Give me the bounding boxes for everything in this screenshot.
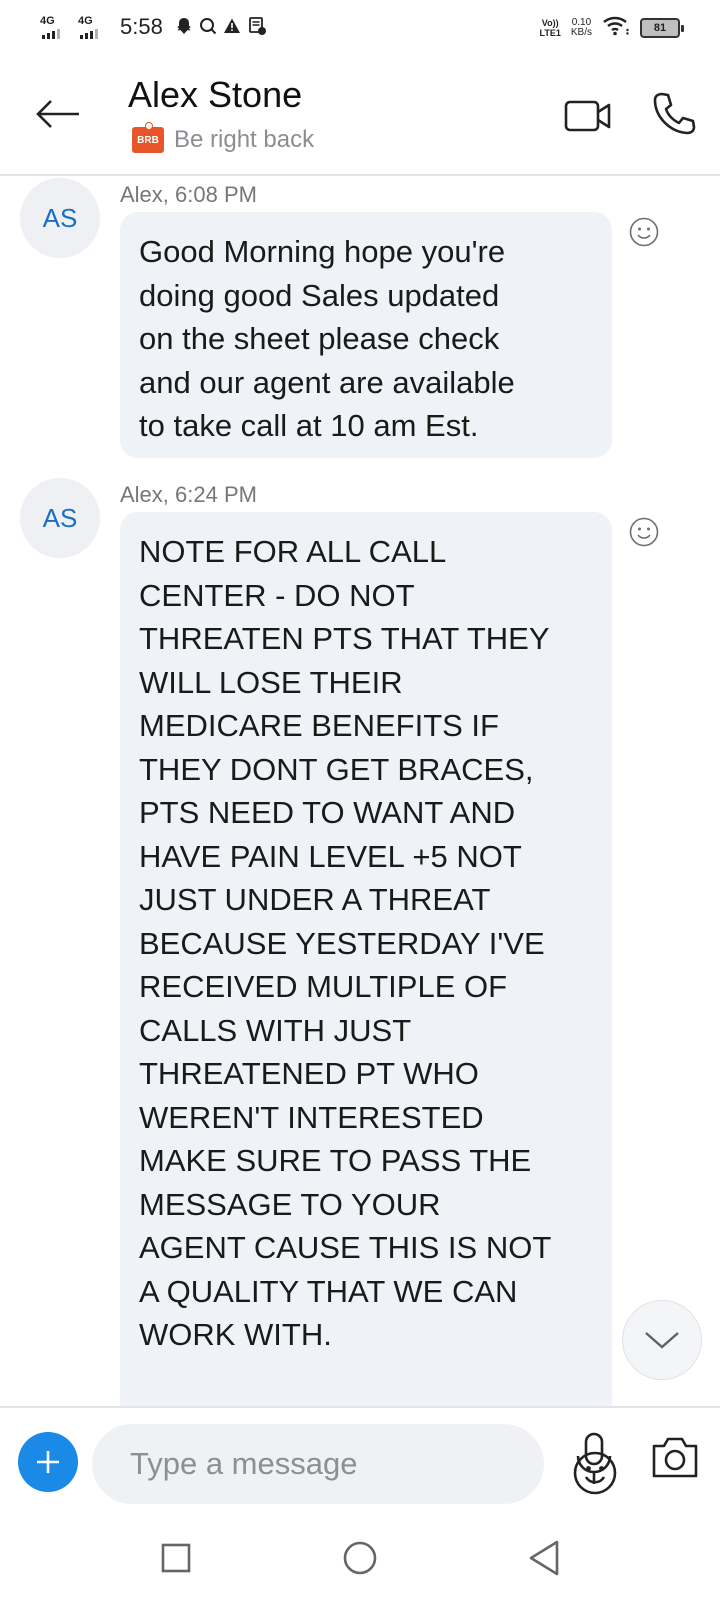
avatar[interactable]: AS [20, 178, 100, 258]
avatar[interactable]: AS [20, 478, 100, 558]
message-bubble[interactable]: NOTE FOR ALL CALL CENTER - DO NOT THREAT… [120, 512, 612, 1406]
storage-icon [247, 16, 267, 39]
status-bar: 4G 4G 5:58 Vo)) LTE1 0.10 KB/s 81 [0, 0, 720, 56]
message-bubble[interactable]: Good Morning hope you're doing good Sale… [120, 212, 612, 458]
warning-icon [223, 17, 241, 38]
message-composer [0, 1406, 720, 1516]
message-meta: Alex, 6:24 PM [120, 482, 257, 507]
microphone-icon [576, 1432, 612, 1484]
video-call-button[interactable] [564, 92, 616, 140]
camera-icon [652, 1437, 698, 1478]
message-input[interactable] [130, 1444, 450, 1484]
contact-name[interactable]: Alex Stone [128, 74, 302, 116]
data-speed-unit: KB/s [570, 26, 592, 38]
message-input-container [92, 1424, 617, 1504]
conversation[interactable]: AS Alex, 6:08 PM Good Morning hope you'r… [0, 178, 720, 1406]
search-notification-icon [199, 17, 217, 38]
data-speed: 0.10 KB/s [570, 16, 592, 38]
signal-bars-icon [80, 29, 98, 39]
reaction-button[interactable] [628, 516, 660, 548]
arrow-left-icon [36, 100, 79, 128]
presence-text: Be right back [174, 126, 315, 153]
signal-bars-icon [42, 29, 60, 39]
scroll-down-button[interactable] [622, 1300, 702, 1380]
battery-indicator: 81 [640, 17, 684, 38]
data-speed-value: 0.10 [571, 16, 592, 28]
status-left: 4G 4G 5:58 [40, 14, 267, 40]
smiley-icon [629, 517, 659, 547]
voice-message-button[interactable] [574, 1432, 614, 1486]
brb-status-icon: BRB [132, 122, 164, 153]
circle-icon [343, 1541, 377, 1575]
plus-icon [37, 1451, 59, 1473]
add-attachment-button[interactable] [18, 1432, 78, 1492]
message-meta: Alex, 6:08 PM [120, 182, 257, 207]
camera-button[interactable] [650, 1434, 700, 1480]
video-camera-icon [564, 100, 611, 132]
back-button[interactable] [30, 86, 86, 142]
presence-status: BRB Be right back [132, 122, 315, 154]
wifi-icon [602, 14, 630, 41]
phone-icon [653, 92, 696, 135]
square-icon [161, 1543, 191, 1573]
network-type-2: 4G [78, 15, 93, 27]
chevron-down-icon [645, 1332, 679, 1349]
chat-header: Alex Stone BRB Be right back [0, 56, 720, 176]
reaction-button[interactable] [628, 216, 660, 248]
volte-indicator: Vo)) LTE1 [540, 18, 561, 38]
clock: 5:58 [120, 14, 163, 39]
recents-button[interactable] [152, 1534, 200, 1582]
network-type-1: 4G [40, 15, 55, 27]
triangle-back-icon [529, 1540, 559, 1576]
voice-call-button[interactable] [652, 88, 700, 140]
network-signal-1: 4G [40, 15, 72, 39]
message-group: AS Alex, 6:08 PM Good Morning hope you'r… [0, 178, 720, 468]
snapchat-ghost-icon [175, 17, 193, 38]
smiley-icon [629, 217, 659, 247]
message-group: AS Alex, 6:24 PM NOTE FOR ALL CALL CENTE… [0, 478, 720, 1406]
system-nav-bar [0, 1516, 720, 1600]
network-signal-2: 4G [78, 15, 110, 39]
home-button[interactable] [336, 1534, 384, 1582]
system-back-button[interactable] [520, 1534, 568, 1582]
volte-line-1: Vo)) [541, 17, 559, 28]
volte-line-2: LTE1 [539, 27, 561, 38]
status-right: Vo)) LTE1 0.10 KB/s 81 [540, 14, 684, 41]
